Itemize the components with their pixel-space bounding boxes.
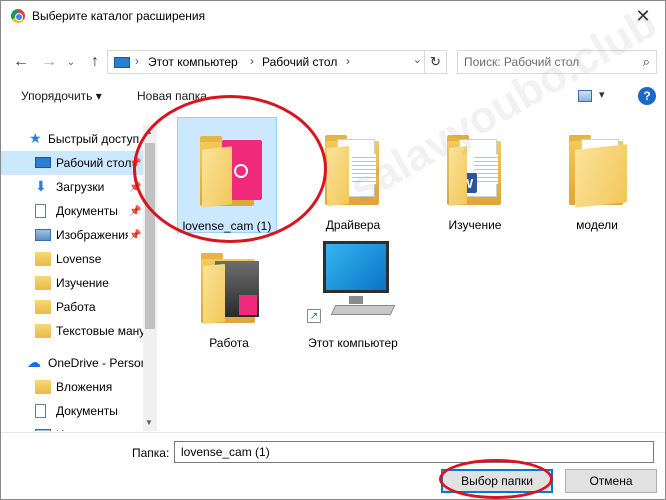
pin-icon: 📌	[129, 205, 142, 217]
folder-icon	[35, 252, 51, 266]
download-icon: ⬇	[35, 178, 47, 194]
nav-item-pictures[interactable]: Изображения 📌	[1, 223, 143, 247]
nav-item-study[interactable]: Изучение	[1, 271, 143, 295]
pictures-icon	[35, 229, 51, 241]
folder-icon: W	[447, 133, 507, 206]
folder-icon	[35, 324, 51, 338]
window-title: Выберите каталог расширения	[32, 9, 206, 23]
cancel-button[interactable]: Отмена	[565, 469, 657, 493]
nav-item-quick-access[interactable]: ★ Быстрый доступ	[1, 127, 143, 151]
nav-item-label: Рабочий стол	[56, 156, 132, 170]
nav-item-label: Изучение	[56, 276, 109, 290]
tile-label: Драйвера	[325, 218, 381, 232]
folder-tile-study[interactable]: W Изучение	[425, 117, 525, 233]
star-icon: ★	[29, 130, 42, 146]
folder-icon	[35, 380, 51, 394]
tile-label: Этот компьютер	[308, 336, 398, 350]
nav-item-label: Работа	[56, 300, 96, 314]
nav-item-label: Загрузки	[56, 180, 105, 194]
nav-item-label: Из	[56, 428, 70, 431]
address-row: ← → ⌄ ↑ › Этот компьютер › Рабочий стол …	[1, 47, 665, 77]
view-dropdown-chevron-icon[interactable]: ▾	[599, 88, 605, 101]
computer-icon	[114, 57, 130, 68]
cloud-icon: ☁	[27, 354, 41, 370]
this-pc-shortcut-tile[interactable]: ↗ Этот компьютер	[303, 235, 403, 351]
monitor-icon	[323, 241, 389, 293]
view-options-icon[interactable]	[578, 90, 592, 102]
search-box[interactable]: ⌕	[457, 50, 657, 74]
breadcrumb-separator-icon: ›	[250, 54, 254, 68]
nav-item-documents[interactable]: Документы 📌	[1, 199, 143, 223]
breadcrumb-separator-icon: ›	[135, 54, 139, 68]
scroll-down-icon[interactable]: ▼	[145, 418, 153, 427]
breadcrumb-desktop[interactable]: Рабочий стол	[262, 55, 337, 69]
annotation-ellipse-button	[439, 459, 553, 499]
recent-locations-chevron-icon[interactable]: ⌄	[61, 51, 81, 73]
nav-item-attachments[interactable]: Вложения	[1, 375, 143, 399]
nav-item-label: Изображения	[56, 228, 128, 242]
nav-item-label: Документы	[56, 404, 118, 418]
nav-item-label: Текстовые ману	[56, 324, 143, 338]
folder-icon	[35, 276, 51, 290]
search-input[interactable]	[464, 54, 634, 70]
nav-item-onedrive-pictures[interactable]: Из	[1, 423, 143, 431]
organize-button[interactable]: Упорядочить ▾	[21, 89, 102, 103]
title-bar: Выберите каталог расширения ✕	[1, 1, 665, 31]
folder-icon	[569, 133, 629, 208]
pictures-icon	[35, 429, 51, 431]
folder-icon	[201, 251, 261, 325]
nav-item-lovense[interactable]: Lovense	[1, 247, 143, 271]
nav-item-label: Быстрый доступ	[48, 132, 140, 146]
folder-tile-models[interactable]: модели	[547, 117, 647, 233]
divider	[1, 432, 665, 433]
nav-item-label: OneDrive - Person	[48, 356, 143, 370]
nav-item-onedrive-documents[interactable]: Документы	[1, 399, 143, 423]
nav-item-onedrive[interactable]: ☁ OneDrive - Person	[1, 351, 143, 375]
nav-item-work[interactable]: Работа	[1, 295, 143, 319]
nav-item-label: Lovense	[56, 252, 102, 266]
address-dropdown-chevron-icon[interactable]: ⌄	[413, 53, 422, 66]
tile-label: модели	[576, 218, 618, 232]
chrome-icon	[11, 9, 25, 23]
documents-icon	[35, 404, 46, 418]
back-arrow-icon[interactable]: ←	[11, 51, 31, 73]
nav-item-downloads[interactable]: ⬇ Загрузки 📌	[1, 175, 143, 199]
nav-item-label: Вложения	[56, 380, 113, 394]
help-icon[interactable]: ?	[638, 87, 656, 105]
nav-item-desktop[interactable]: Рабочий стол 📌	[1, 151, 143, 175]
desktop-icon	[35, 157, 51, 168]
documents-icon	[35, 204, 46, 218]
folder-tile-work[interactable]: Работа	[179, 235, 279, 351]
tile-label: Изучение	[448, 218, 502, 232]
close-icon[interactable]: ✕	[621, 1, 665, 31]
folder-icon	[325, 133, 385, 207]
breadcrumb-this-pc[interactable]: Этот компьютер	[148, 55, 238, 69]
refresh-icon[interactable]: ↻	[424, 51, 446, 73]
forward-arrow-icon[interactable]: →	[39, 51, 59, 73]
folder-icon	[35, 300, 51, 314]
folder-name-input[interactable]	[174, 441, 654, 463]
folder-picker-dialog: Выберите каталог расширения ✕ ← → ⌄ ↑ › …	[0, 0, 666, 500]
annotation-ellipse-folder	[133, 95, 327, 243]
up-arrow-icon[interactable]: ↑	[85, 51, 105, 73]
toolbar: Упорядочить ▾ Новая папка ▾ ?	[1, 81, 665, 111]
search-icon: ⌕	[642, 54, 650, 69]
pin-icon: 📌	[129, 229, 142, 241]
nav-item-label: Документы	[56, 204, 118, 218]
breadcrumb-separator-icon: ›	[346, 54, 350, 68]
folder-field-label: Папка:	[132, 446, 170, 460]
address-bar[interactable]: › Этот компьютер › Рабочий стол › ⌄ ↻	[107, 50, 447, 74]
nav-item-text-manuals[interactable]: Текстовые ману	[1, 319, 143, 343]
tile-label: Работа	[209, 336, 249, 350]
shortcut-arrow-icon: ↗	[307, 309, 321, 323]
